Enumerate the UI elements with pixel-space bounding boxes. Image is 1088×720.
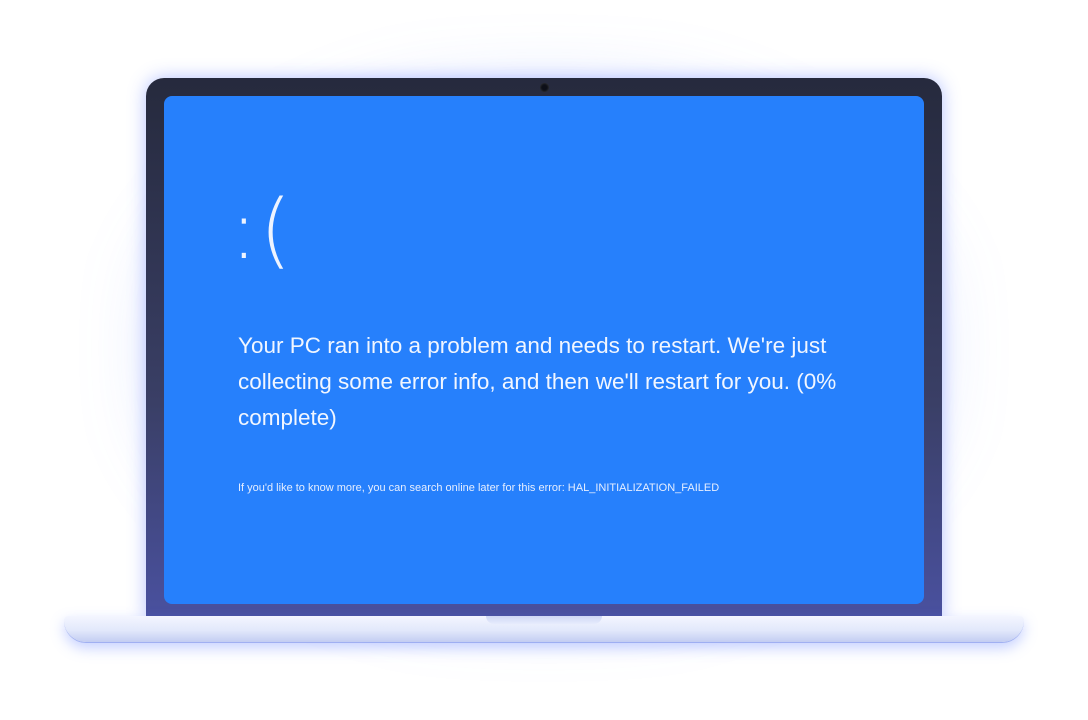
error-message: Your PC ran into a problem and needs to … bbox=[238, 333, 837, 430]
laptop-opening-notch bbox=[486, 616, 602, 624]
error-code-info: If you'd like to know more, you can sear… bbox=[238, 482, 720, 494]
webcam-icon bbox=[540, 83, 549, 92]
laptop-illustration: :( Your PC ran into a problem and needs … bbox=[0, 0, 1088, 720]
sad-face-emoticon: :( bbox=[230, 183, 294, 278]
blue-screen-error: :( Your PC ran into a problem and needs … bbox=[164, 96, 924, 604]
